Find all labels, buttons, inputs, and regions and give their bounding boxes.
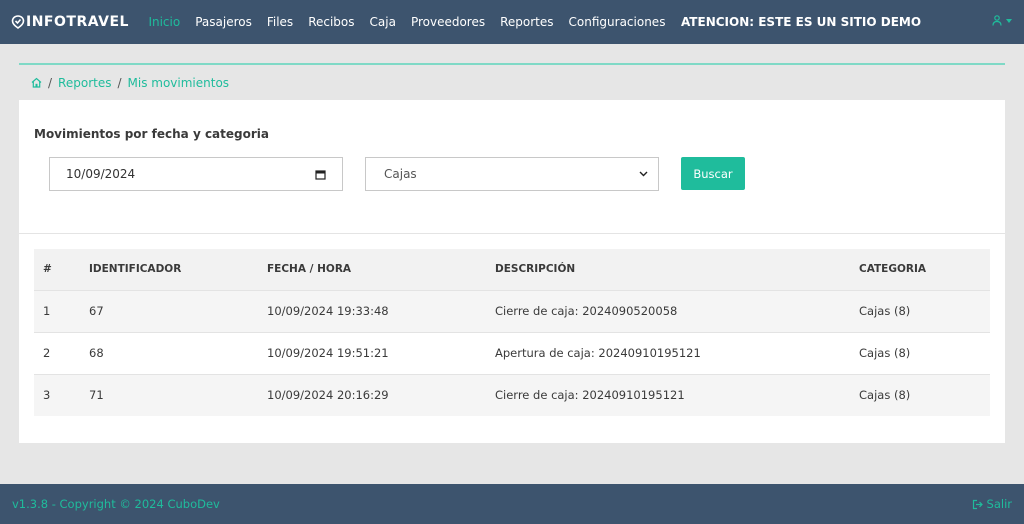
cell-category: Cajas (8) bbox=[850, 331, 990, 374]
cell-category: Cajas (8) bbox=[850, 289, 990, 332]
home-icon[interactable] bbox=[31, 77, 42, 88]
cell-number: 2 bbox=[34, 331, 80, 374]
date-field[interactable]: 10/09/2024 bbox=[49, 157, 343, 191]
brand-logo[interactable]: INFOTRAVEL bbox=[11, 14, 129, 30]
nav-pasajeros[interactable]: Pasajeros bbox=[195, 15, 252, 29]
column-header-number: # bbox=[34, 249, 80, 290]
divider bbox=[19, 233, 1005, 234]
logout-icon bbox=[972, 499, 983, 509]
cell-datetime: 10/09/2024 19:51:21 bbox=[258, 331, 486, 374]
breadcrumb: / Reportes / Mis movimientos bbox=[19, 63, 1005, 100]
nav-files[interactable]: Files bbox=[267, 15, 293, 29]
category-value: Cajas bbox=[384, 167, 417, 181]
cell-identifier: 68 bbox=[80, 331, 258, 374]
nav-recibos[interactable]: Recibos bbox=[308, 15, 354, 29]
table-row: 2 68 10/09/2024 19:51:21 Apertura de caj… bbox=[34, 331, 990, 374]
breadcrumb-reportes[interactable]: Reportes bbox=[58, 76, 111, 90]
cell-datetime: 10/09/2024 20:16:29 bbox=[258, 373, 486, 416]
search-button[interactable]: Buscar bbox=[681, 157, 745, 190]
chevron-down-icon bbox=[639, 171, 648, 177]
chevron-down-icon bbox=[1006, 18, 1012, 23]
table-row: 1 67 10/09/2024 19:33:48 Cierre de caja:… bbox=[34, 289, 990, 332]
column-header-identifier: IDENTIFICADOR bbox=[80, 249, 258, 290]
table-header-row: # IDENTIFICADOR FECHA / HORA DESCRIPCIÓN… bbox=[34, 249, 990, 290]
nav-proveedores[interactable]: Proveedores bbox=[411, 15, 485, 29]
footer: v1.3.8 - Copyright © 2024 CuboDev Salir bbox=[0, 484, 1024, 524]
column-header-description: DESCRIPCIÓN bbox=[486, 249, 850, 290]
nav-configuraciones[interactable]: Configuraciones bbox=[569, 15, 666, 29]
movements-card: Movimientos por fecha y categoria 10/09/… bbox=[19, 100, 1005, 443]
panel-title: Movimientos por fecha y categoria bbox=[34, 127, 269, 141]
logout-label: Salir bbox=[986, 497, 1012, 511]
calendar-icon[interactable] bbox=[315, 169, 326, 180]
cell-datetime: 10/09/2024 19:33:48 bbox=[258, 289, 486, 332]
brand-name: INFOTRAVEL bbox=[26, 14, 129, 30]
date-value: 10/09/2024 bbox=[66, 167, 136, 181]
cell-description: Cierre de caja: 2024090520058 bbox=[486, 289, 850, 332]
column-header-datetime: FECHA / HORA bbox=[258, 249, 486, 290]
cell-identifier: 67 bbox=[80, 289, 258, 332]
breadcrumb-mis-movimientos[interactable]: Mis movimientos bbox=[128, 76, 230, 90]
breadcrumb-separator: / bbox=[117, 75, 122, 90]
user-menu[interactable] bbox=[992, 15, 1012, 26]
nav-caja[interactable]: Caja bbox=[370, 15, 396, 29]
category-select[interactable]: Cajas bbox=[365, 157, 659, 191]
location-pin-icon bbox=[11, 15, 25, 29]
copyright-text: v1.3.8 - Copyright © 2024 CuboDev bbox=[12, 497, 220, 511]
top-navbar: INFOTRAVEL Inicio Pasajeros Files Recibo… bbox=[0, 0, 1024, 44]
cell-number: 1 bbox=[34, 289, 80, 332]
demo-warning: ATENCION: ESTE ES UN SITIO DEMO bbox=[680, 15, 922, 29]
table-row: 3 71 10/09/2024 20:16:29 Cierre de caja:… bbox=[34, 373, 990, 416]
cell-identifier: 71 bbox=[80, 373, 258, 416]
cell-category: Cajas (8) bbox=[850, 373, 990, 416]
nav-reportes[interactable]: Reportes bbox=[500, 15, 553, 29]
cell-number: 3 bbox=[34, 373, 80, 416]
cell-description: Apertura de caja: 20240910195121 bbox=[486, 331, 850, 374]
logout-button[interactable]: Salir bbox=[972, 497, 1012, 511]
cell-description: Cierre de caja: 20240910195121 bbox=[486, 373, 850, 416]
column-header-category: CATEGORIA bbox=[850, 249, 990, 290]
movements-table: # IDENTIFICADOR FECHA / HORA DESCRIPCIÓN… bbox=[34, 249, 990, 416]
breadcrumb-separator: / bbox=[48, 75, 53, 90]
user-icon bbox=[992, 15, 1002, 26]
nav-inicio[interactable]: Inicio bbox=[148, 15, 180, 29]
